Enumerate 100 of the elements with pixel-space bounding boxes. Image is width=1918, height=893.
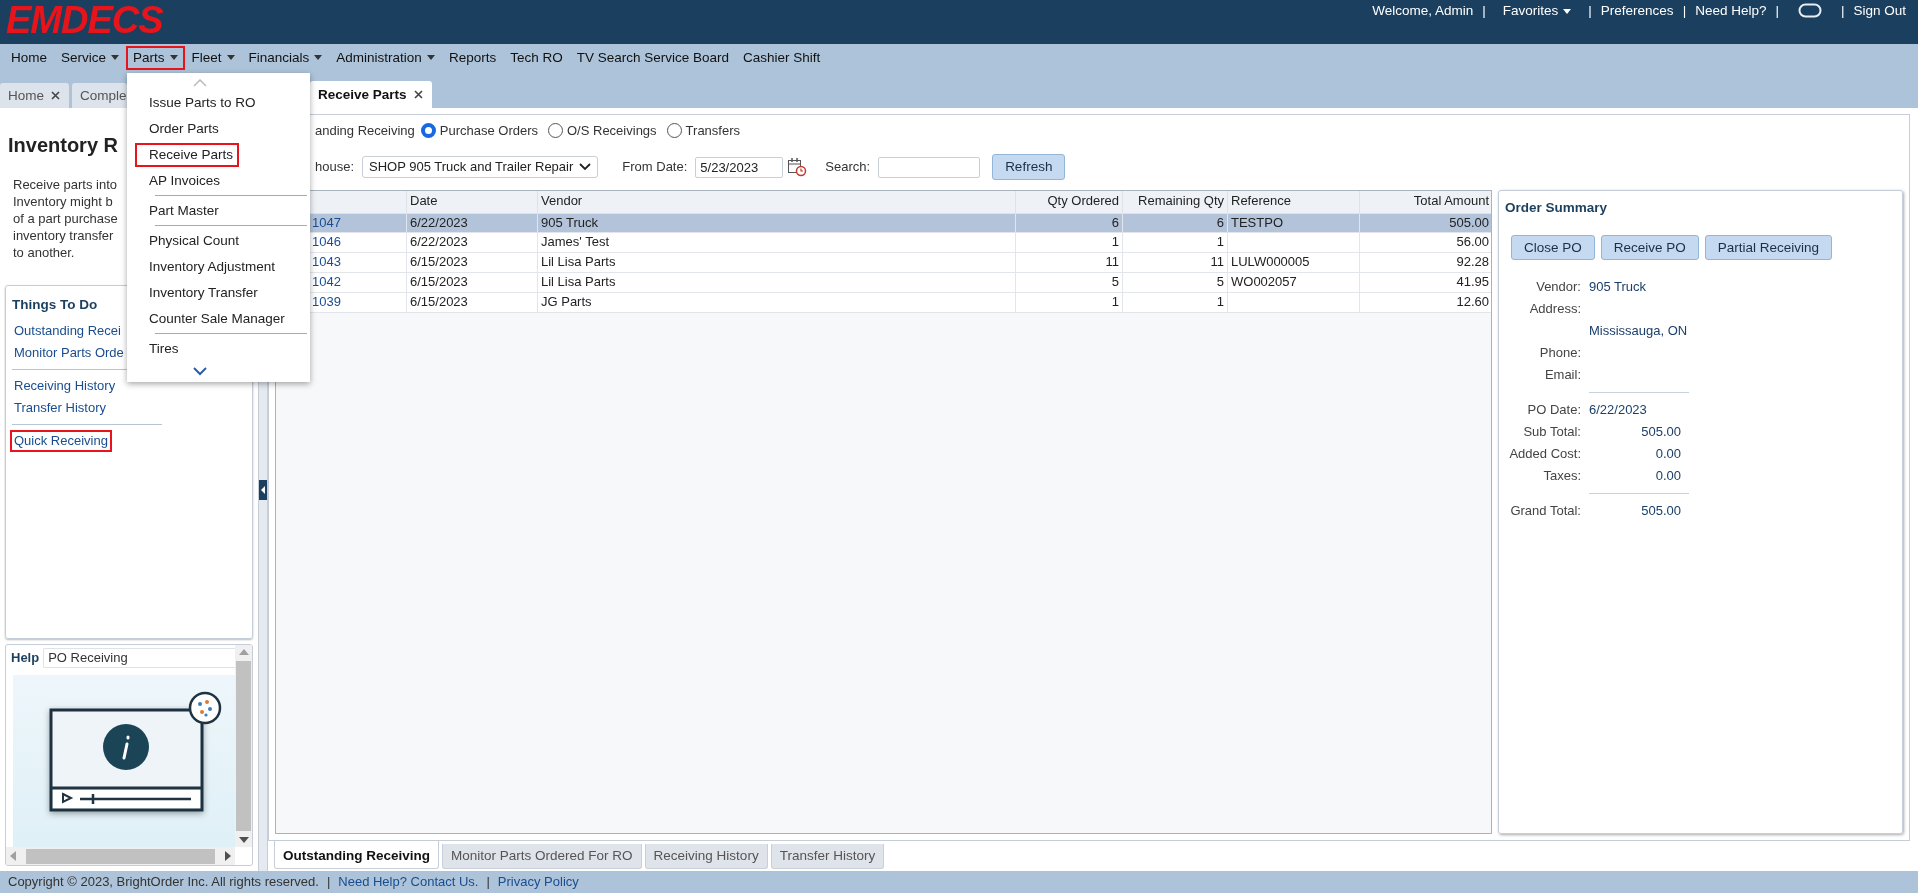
- radio-button[interactable]: [548, 123, 563, 139]
- scrollbar[interactable]: [6, 847, 235, 865]
- table-cell: 6/15/2023: [406, 272, 538, 293]
- menu-item[interactable]: Inventory Transfer: [135, 281, 264, 305]
- header-link[interactable]: Need Help?: [1695, 2, 1767, 20]
- field-label: Sub Total:: [1522, 423, 1581, 442]
- close-icon[interactable]: [50, 90, 61, 101]
- field-value: Mississauga, ON: [1589, 322, 1689, 341]
- radio-button[interactable]: [420, 123, 436, 139]
- tab[interactable]: Monitor Parts Ordered For RO: [442, 844, 642, 869]
- field-label: PO Date:: [1526, 401, 1581, 420]
- menu-item[interactable]: Part Master: [135, 199, 225, 223]
- description-line: Inventory might b: [13, 193, 113, 210]
- field-value: 6/22/2023: [1589, 401, 1648, 420]
- task-link[interactable]: Monitor Parts Orde: [10, 341, 128, 364]
- search-field[interactable]: [878, 156, 981, 178]
- radio-option[interactable]: Purchase Orders: [420, 122, 538, 140]
- footer-link[interactable]: Need Help? Contact Us.: [338, 873, 479, 891]
- table-row[interactable]: 1047 6/22/2023 905 Truck 6 6 TESTPO 505.00: [276, 213, 1491, 233]
- warehouse-select[interactable]: SHOP 905 Truck and Trailer Repair: [362, 155, 599, 179]
- column-header: Total Amount: [1359, 191, 1491, 213]
- table-cell: 6/15/2023: [406, 252, 538, 273]
- panel-title: Order Summary: [1505, 199, 1609, 217]
- table-cell: 1: [1122, 232, 1228, 253]
- radio-option[interactable]: O/S Receivings: [548, 122, 657, 140]
- welcome-text: Welcome, Admin: [1372, 2, 1474, 20]
- task-link[interactable]: Quick Receiving: [10, 429, 112, 452]
- nav-menu-item[interactable]: Administration: [329, 46, 442, 70]
- scrollbar[interactable]: [235, 645, 252, 847]
- table-cell: James' Test: [537, 232, 1016, 253]
- nav-menu-item[interactable]: Parts: [126, 46, 185, 70]
- column-header: Date: [406, 191, 538, 213]
- table-cell: WO002057: [1227, 272, 1360, 293]
- collapse-handle-icon[interactable]: [259, 479, 267, 500]
- header-link[interactable]: Preferences: [1600, 2, 1674, 20]
- table-cell: 905 Truck: [537, 213, 1016, 233]
- field-label: Added Cost:: [1508, 445, 1581, 464]
- chat-icon[interactable]: [1797, 3, 1822, 19]
- field-label: Phone:: [1538, 344, 1581, 363]
- date-field[interactable]: 5/23/2023: [695, 156, 784, 178]
- field-value: 505.00: [1640, 502, 1682, 521]
- favorites-menu[interactable]: Favorites: [1502, 2, 1572, 20]
- chevron-down-icon: [579, 163, 592, 171]
- column-header: Vendor: [537, 191, 1016, 213]
- field-label: Email:: [1543, 366, 1581, 385]
- chevron-down-icon[interactable]: [193, 367, 207, 376]
- copyright-text: Copyright © 2023, BrightOrder Inc. All rights reserved.: [8, 873, 319, 891]
- po-link[interactable]: 1046: [312, 234, 341, 250]
- field-label: From Date:: [622, 158, 688, 176]
- table-cell: Lil Lisa Parts: [537, 272, 1016, 293]
- tab[interactable]: Receive Parts: [310, 81, 432, 108]
- nav-menu-item[interactable]: Cashier Shift: [736, 46, 828, 70]
- tab[interactable]: Comple: [72, 83, 127, 108]
- menu-item[interactable]: Physical Count: [135, 229, 246, 253]
- action-button[interactable]: Receive PO: [1600, 234, 1699, 261]
- refresh-button[interactable]: Refresh: [992, 154, 1066, 180]
- help-label: Help: [11, 649, 40, 667]
- close-icon[interactable]: [412, 89, 424, 100]
- help-topic-field[interactable]: PO Receiving: [43, 648, 235, 668]
- footer-link[interactable]: Privacy Policy: [497, 873, 579, 891]
- nav-menu-item[interactable]: Reports: [441, 46, 504, 70]
- po-link[interactable]: 1039: [312, 294, 341, 310]
- nav-menu-item[interactable]: Fleet: [184, 46, 242, 70]
- panel-title: Things To Do: [12, 296, 99, 314]
- nav-menu-item[interactable]: TV Search Service Board: [569, 46, 737, 70]
- nav-menu-item[interactable]: Service: [54, 46, 127, 70]
- tab[interactable]: Home: [0, 83, 69, 108]
- menu-item[interactable]: Receive Parts: [135, 143, 240, 167]
- calendar-icon[interactable]: [787, 157, 808, 177]
- table-cell: 1: [1015, 232, 1123, 253]
- separator: |: [1482, 2, 1486, 20]
- action-button[interactable]: Close PO: [1511, 234, 1595, 261]
- nav-menu-item[interactable]: Home: [4, 46, 54, 70]
- table-cell: 5: [1015, 272, 1123, 293]
- po-link[interactable]: 1047: [312, 214, 341, 230]
- po-link[interactable]: 1042: [312, 274, 341, 290]
- table-cell: JG Parts: [537, 292, 1016, 313]
- menu-item[interactable]: Tires: [135, 337, 185, 361]
- task-link[interactable]: Outstanding Recei: [10, 319, 125, 342]
- menu-item[interactable]: Order Parts: [135, 117, 225, 141]
- tab[interactable]: Receiving History: [644, 844, 768, 869]
- menu-item[interactable]: Issue Parts to RO: [135, 91, 262, 115]
- tab[interactable]: Transfer History: [770, 844, 885, 869]
- description-line: Receive parts into: [13, 176, 118, 193]
- tab[interactable]: Outstanding Receiving: [274, 841, 440, 869]
- table-cell: 1: [1015, 292, 1123, 313]
- task-link[interactable]: Receiving History: [10, 374, 120, 397]
- field-label: house:: [315, 158, 355, 176]
- nav-menu-item[interactable]: Financials: [241, 46, 330, 70]
- nav-menu-item[interactable]: Tech RO: [503, 46, 570, 70]
- action-button[interactable]: Partial Receiving: [1704, 234, 1833, 261]
- table-cell: 11: [1122, 252, 1228, 273]
- po-link[interactable]: 1043: [312, 254, 341, 270]
- radio-option[interactable]: Transfers: [666, 122, 740, 140]
- logo: EMDECS: [6, 0, 163, 40]
- radio-button[interactable]: [666, 123, 682, 139]
- separator: |: [1775, 2, 1779, 20]
- menu-item[interactable]: AP Invoices: [135, 169, 227, 193]
- task-link[interactable]: Transfer History: [10, 396, 110, 419]
- header-link[interactable]: Sign Out: [1853, 2, 1906, 20]
